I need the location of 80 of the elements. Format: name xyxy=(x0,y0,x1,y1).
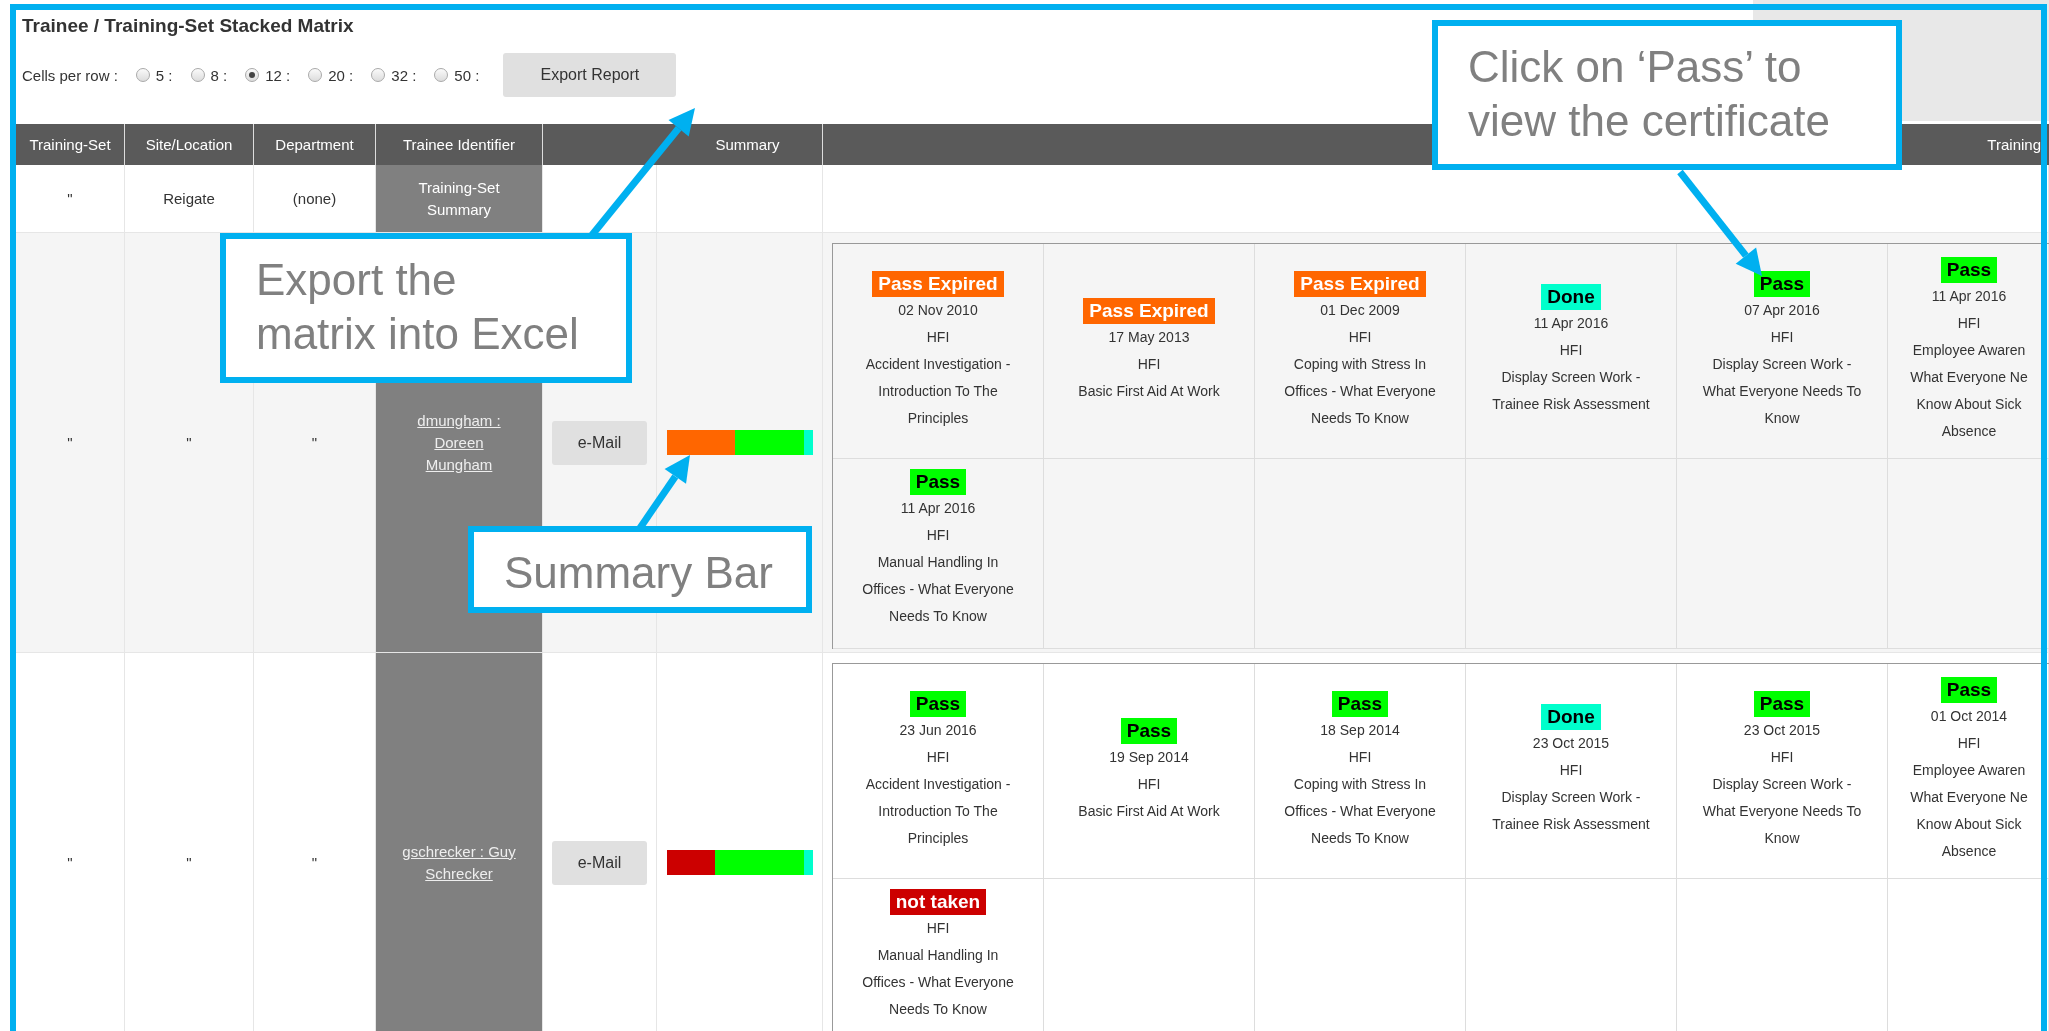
provider-text: HFI xyxy=(926,747,950,767)
course-title: Display Screen Work - Trainee Risk Assessment xyxy=(1492,788,1650,834)
column-header: Department xyxy=(254,124,376,165)
provider-text: HFI xyxy=(926,919,950,938)
callout-box: Export the matrix into Excel xyxy=(220,233,632,383)
column-header: Training-Set xyxy=(16,124,125,165)
provider-text: HFI xyxy=(1137,774,1161,794)
table-cell: " xyxy=(125,233,254,653)
export-report-button[interactable]: Export Report xyxy=(503,53,677,97)
date-text: 02 Nov 2010 xyxy=(898,300,978,320)
radio-button[interactable] xyxy=(434,68,449,82)
provider-text: HFI xyxy=(1348,327,1372,347)
radio-button[interactable] xyxy=(135,68,150,82)
provider-text: HFI xyxy=(1770,747,1794,767)
status-badge[interactable]: Done xyxy=(1541,284,1601,310)
course-title: Basic First Aid At Work xyxy=(1078,381,1220,401)
date-text: 23 Jun 2016 xyxy=(899,720,977,740)
course-title: Manual Handling In Offices - What Everyone Needs To Know xyxy=(862,553,1014,626)
column-header: Trainee Identifier xyxy=(376,124,543,165)
status-badge[interactable]: Pass xyxy=(1753,270,1811,297)
date-text: 11 Apr 2016 xyxy=(900,499,976,518)
status-badge[interactable]: Pass xyxy=(1331,690,1389,717)
email-button[interactable]: e-Mail xyxy=(552,840,647,885)
table-cell: " xyxy=(16,233,125,653)
date-text: 18 Sep 2014 xyxy=(1320,720,1400,740)
table-cell: Training-Set Summary xyxy=(376,165,543,233)
cells-per-row-label: Cells per row : xyxy=(22,66,118,84)
provider-text: HFI xyxy=(1957,314,1981,333)
radio-label[interactable]: 32 : xyxy=(391,66,417,84)
provider-text: HFI xyxy=(1770,327,1794,347)
date-text: 01 Oct 2014 xyxy=(1930,707,2008,726)
course-title: Employee Awaren What Everyone Ne Know About Sick Absence xyxy=(1910,341,2028,441)
status-badge[interactable]: Pass xyxy=(1753,690,1811,717)
radio-label[interactable]: 50 : xyxy=(454,66,480,84)
provider-text: HFI xyxy=(926,327,950,347)
provider-text: HFI xyxy=(1137,354,1161,374)
status-badge[interactable]: Done xyxy=(1541,704,1601,730)
date-text: 11 Apr 2016 xyxy=(1931,287,2007,306)
callout-box: Click on ‘Pass’ to view the certificate xyxy=(1432,20,1902,170)
page-title: Trainee / Training-Set Stacked Matrix xyxy=(22,14,355,38)
radio-label[interactable]: 5 : xyxy=(155,66,173,84)
date-text: 17 May 2013 xyxy=(1108,327,1190,347)
column-header: Summary xyxy=(543,124,823,165)
course-title: Accident Investigation - Introduction To The Principles xyxy=(865,354,1011,428)
date-text: 01 Dec 2009 xyxy=(1320,300,1400,320)
course-title: Display Screen Work - What Everyone Needs To Know xyxy=(1702,774,1862,848)
status-badge[interactable]: not taken xyxy=(889,889,987,915)
course-title: Display Screen Work - What Everyone Needs To Know xyxy=(1702,354,1862,428)
column-header: Site/Location xyxy=(125,124,254,165)
status-badge[interactable]: Pass xyxy=(1120,717,1178,744)
provider-text: HFI xyxy=(1957,734,1981,753)
course-title: Manual Handling In Offices - What Everyone Needs To Know xyxy=(862,946,1014,1019)
date-text: 07 Apr 2016 xyxy=(1744,300,1820,320)
course-title: Employee Awaren What Everyone Ne Know About Sick Absence xyxy=(1910,761,2028,861)
course-title: Accident Investigation - Introduction To The Principles xyxy=(865,774,1011,848)
radio-button[interactable] xyxy=(371,68,386,82)
status-badge[interactable]: Pass xyxy=(909,469,967,495)
radio-button[interactable] xyxy=(190,68,205,82)
status-badge[interactable]: Pass xyxy=(1940,677,1998,703)
provider-text: HFI xyxy=(926,526,950,545)
status-badge[interactable]: Pass xyxy=(1940,257,1998,283)
provider-text: HFI xyxy=(1559,761,1583,780)
date-text: 11 Apr 2016 xyxy=(1533,314,1609,333)
course-title: Display Screen Work - Trainee Risk Assessment xyxy=(1492,368,1650,414)
email-button[interactable]: e-Mail xyxy=(552,420,647,465)
status-badge[interactable]: Pass xyxy=(909,690,967,717)
date-text: 19 Sep 2014 xyxy=(1109,747,1189,767)
date-text: 23 Oct 2015 xyxy=(1532,734,1610,753)
radio-label[interactable]: 20 : xyxy=(328,66,354,84)
provider-text: HFI xyxy=(1559,341,1583,360)
course-title: Coping with Stress In Offices - What Everyone Needs To Know xyxy=(1284,774,1436,848)
callout-box: Summary Bar xyxy=(468,526,812,613)
date-text: 23 Oct 2015 xyxy=(1743,720,1821,740)
radio-button[interactable] xyxy=(308,68,323,82)
radio-button[interactable] xyxy=(245,68,260,82)
radio-label[interactable]: 8 : xyxy=(210,66,228,84)
course-title: Basic First Aid At Work xyxy=(1078,801,1220,821)
course-title: Coping with Stress In Offices - What Everyone Needs To Know xyxy=(1284,354,1436,428)
provider-text: HFI xyxy=(1348,747,1372,767)
radio-label[interactable]: 12 : xyxy=(265,66,291,84)
